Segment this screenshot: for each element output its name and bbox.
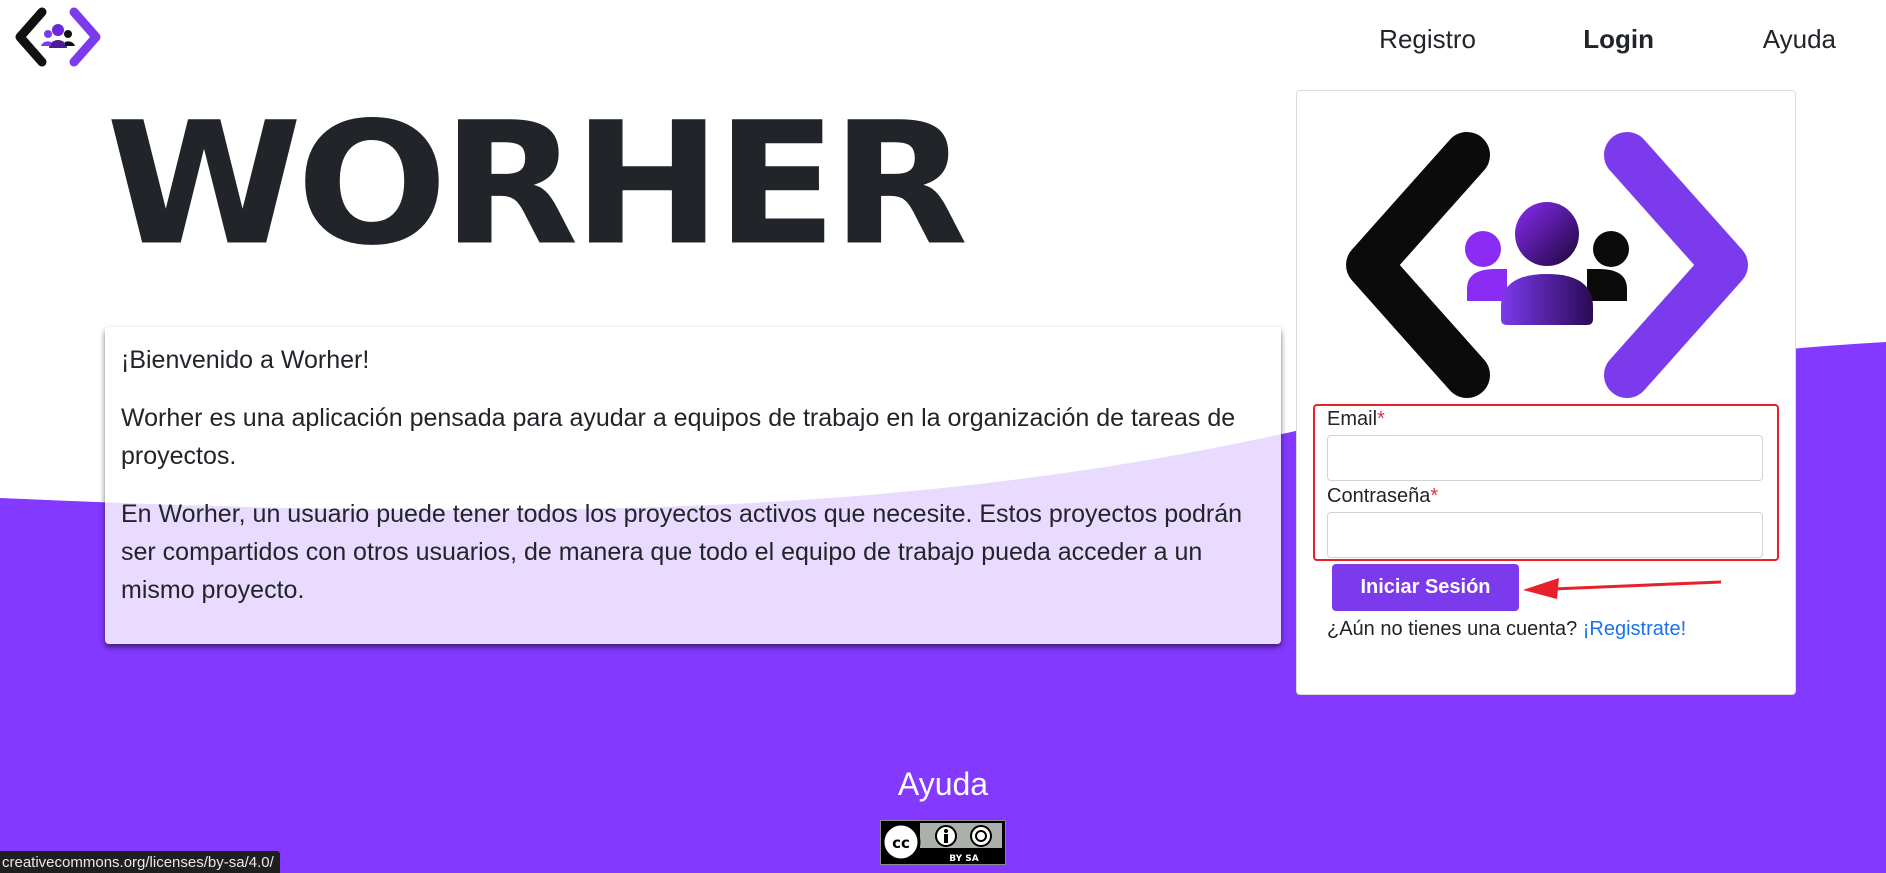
nav-link-registro[interactable]: Registro (1379, 24, 1476, 55)
status-bar-url: creativecommons.org/licenses/by-sa/4.0/ (0, 851, 280, 873)
cc-badge-text: BY SA (949, 854, 979, 864)
svg-text:cc: cc (892, 834, 910, 852)
header-logo-icon[interactable] (12, 6, 104, 68)
login-submit-button[interactable]: Iniciar Sesión (1332, 564, 1519, 611)
footer-help: Ayuda (0, 766, 1886, 803)
login-panel: Email* Contraseña* Iniciar Sesión ¿Aún n… (1296, 90, 1796, 695)
register-link[interactable]: ¡Registrate! (1583, 618, 1686, 640)
email-field[interactable] (1327, 435, 1763, 481)
welcome-card: ¡Bienvenido a Worher! Worher es una apli… (105, 327, 1281, 644)
annotation-arrow-icon (1523, 578, 1722, 599)
brand-title: WORHER (106, 85, 968, 283)
password-field[interactable] (1327, 512, 1763, 558)
email-label: Email* (1327, 408, 1385, 430)
worher-logo-large-icon (1346, 132, 1748, 398)
nav-link-login[interactable]: Login (1583, 24, 1654, 55)
footer-help-link[interactable]: Ayuda (898, 766, 988, 802)
welcome-intro: Worher es una aplicación pensada para ay… (121, 404, 1236, 470)
welcome-greeting: ¡Bienvenido a Worher! (121, 346, 370, 374)
password-label: Contraseña* (1327, 485, 1439, 507)
nav-link-ayuda[interactable]: Ayuda (1763, 24, 1836, 55)
welcome-details: En Worher, un usuario puede tener todos … (121, 500, 1243, 604)
cc-by-sa-icon[interactable]: cc BY SA (880, 820, 1006, 865)
register-prompt: ¿Aún no tienes una cuenta? ¡Registrate! (1327, 618, 1687, 640)
